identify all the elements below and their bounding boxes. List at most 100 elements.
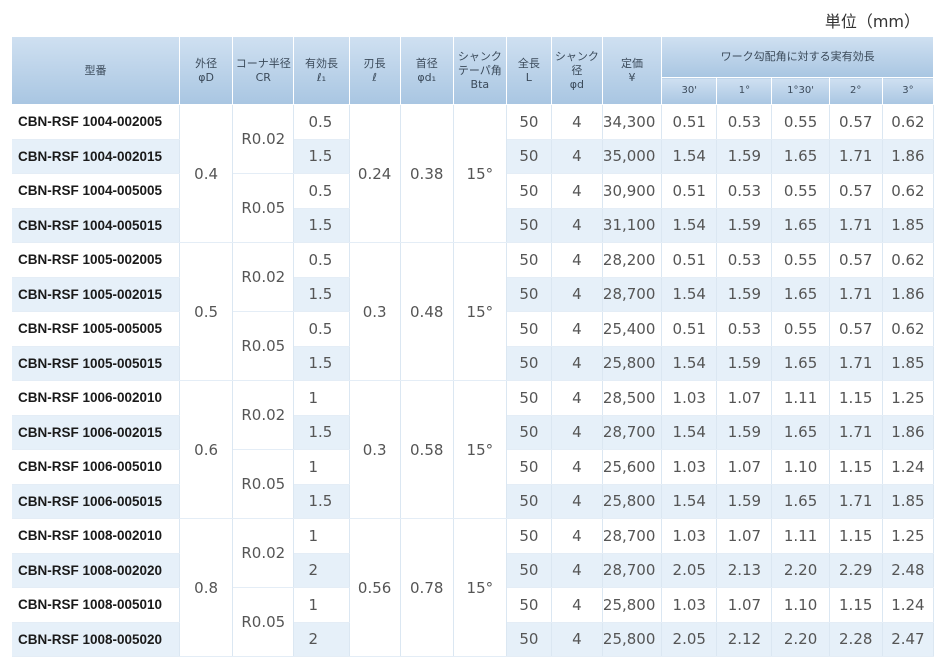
effective-length-at-angle-cell: 1.85 xyxy=(882,484,934,519)
effective-length-at-angle-cell: 1.15 xyxy=(829,587,883,623)
corner-radius-cell: R0.05 xyxy=(232,449,295,519)
effective-length-at-angle-cell: 1.07 xyxy=(716,380,773,416)
total-length-cell: 50 xyxy=(506,415,552,450)
effective-length-at-angle-cell: 1.25 xyxy=(882,518,934,554)
total-length-cell: 50 xyxy=(506,518,552,554)
price-cell: 25,800 xyxy=(602,587,663,623)
shank-diameter-cell: 4 xyxy=(551,587,603,623)
effective-length-at-angle-cell: 1.59 xyxy=(716,346,773,381)
model-cell: CBN-RSF 1005-002005 xyxy=(12,242,181,278)
effective-length-at-angle-cell: 0.51 xyxy=(661,104,718,140)
corner-radius-cell: R0.02 xyxy=(232,104,295,174)
effective-length-at-angle-cell: 1.59 xyxy=(716,139,773,174)
table-row: CBN-RSF 1006-002010 0.6 R0.02 1 0.3 0.58 15° 50… xyxy=(12,380,934,519)
outer-diameter-cell: 0.5 xyxy=(179,242,234,381)
effective-length-at-angle-cell: 1.54 xyxy=(661,277,718,312)
effective-length-cell: 1.5 xyxy=(293,415,350,450)
shank-diameter-cell: 4 xyxy=(551,622,603,657)
effective-length-cell: 1.5 xyxy=(293,484,350,519)
effective-length-at-angle-cell: 1.59 xyxy=(716,415,773,450)
total-length-cell: 50 xyxy=(506,380,552,416)
header-work: ワーク勾配角に対する実有効長 xyxy=(661,37,934,78)
effective-length-at-angle-cell: 0.53 xyxy=(716,242,773,278)
effective-length-at-angle-cell: 1.86 xyxy=(882,277,934,312)
total-length-cell: 50 xyxy=(506,622,552,657)
taper-angle-cell: 15° xyxy=(453,242,507,381)
model-cell: CBN-RSF 1006-005015 xyxy=(12,484,181,519)
effective-length-at-angle-cell: 0.62 xyxy=(882,104,934,140)
effective-length-cell: 2 xyxy=(293,553,350,588)
blade-length-cell: 0.3 xyxy=(349,380,401,519)
effective-length-at-angle-cell: 1.11 xyxy=(771,518,830,554)
effective-length-at-angle-cell: 1.07 xyxy=(716,587,773,623)
effective-length-at-angle-cell: 1.11 xyxy=(771,380,830,416)
corner-radius-cell: R0.05 xyxy=(232,311,295,381)
effective-length-cell: 1.5 xyxy=(293,139,350,174)
corner-radius-cell: R0.05 xyxy=(232,173,295,243)
shank-diameter-cell: 4 xyxy=(551,104,603,140)
effective-length-at-angle-cell: 0.55 xyxy=(771,173,830,209)
effective-length-at-angle-cell: 1.54 xyxy=(661,484,718,519)
price-cell: 28,700 xyxy=(602,518,663,554)
effective-length-cell: 1.5 xyxy=(293,277,350,312)
price-cell: 25,800 xyxy=(602,622,663,657)
effective-length-cell: 1.5 xyxy=(293,208,350,243)
price-cell: 35,000 xyxy=(602,139,663,174)
total-length-cell: 50 xyxy=(506,553,552,588)
total-length-cell: 50 xyxy=(506,208,552,243)
model-cell: CBN-RSF 1005-002015 xyxy=(12,277,181,312)
corner-radius-cell: R0.02 xyxy=(232,518,295,588)
unit-label: 単位（mm） xyxy=(824,12,920,31)
effective-length-at-angle-cell: 1.03 xyxy=(661,518,718,554)
shank-diameter-cell: 4 xyxy=(551,277,603,312)
spec-table: 型番 外径 φD コーナ半径 CR 有効長 ℓ₁ 刃長 ℓ 首径 φd₁ シャンク テーパ角… xyxy=(12,37,934,657)
effective-length-at-angle-cell: 1.86 xyxy=(882,415,934,450)
shank-diameter-cell: 4 xyxy=(551,173,603,209)
header-blade: 刃長 ℓ xyxy=(349,37,401,105)
model-cell: CBN-RSF 1005-005005 xyxy=(12,311,181,347)
header-price: 定価 ¥ xyxy=(602,37,663,105)
effective-length-at-angle-cell: 1.10 xyxy=(771,587,830,623)
shank-diameter-cell: 4 xyxy=(551,449,603,485)
effective-length-at-angle-cell: 0.62 xyxy=(882,173,934,209)
effective-length-at-angle-cell: 1.86 xyxy=(882,139,934,174)
effective-length-at-angle-cell: 1.59 xyxy=(716,484,773,519)
effective-length-at-angle-cell: 2.20 xyxy=(771,622,830,657)
header-angle: 1°30' xyxy=(771,77,830,105)
effective-length-at-angle-cell: 0.62 xyxy=(882,311,934,347)
price-cell: 25,400 xyxy=(602,311,663,347)
effective-length-at-angle-cell: 1.71 xyxy=(829,346,883,381)
price-cell: 28,500 xyxy=(602,380,663,416)
price-cell: 28,700 xyxy=(602,415,663,450)
total-length-cell: 50 xyxy=(506,449,552,485)
effective-length-at-angle-cell: 1.25 xyxy=(882,380,934,416)
taper-angle-cell: 15° xyxy=(453,380,507,519)
shank-diameter-cell: 4 xyxy=(551,242,603,278)
effective-length-at-angle-cell: 2.29 xyxy=(829,553,883,588)
shank-diameter-cell: 4 xyxy=(551,139,603,174)
price-cell: 28,700 xyxy=(602,553,663,588)
total-length-cell: 50 xyxy=(506,277,552,312)
header-model: 型番 xyxy=(12,37,181,105)
effective-length-cell: 0.5 xyxy=(293,104,350,140)
effective-length-cell: 1 xyxy=(293,518,350,554)
corner-radius-cell: R0.02 xyxy=(232,242,295,312)
header-angle: 3° xyxy=(882,77,934,105)
effective-length-at-angle-cell: 2.12 xyxy=(716,622,773,657)
effective-length-cell: 1 xyxy=(293,587,350,623)
effective-length-at-angle-cell: 1.71 xyxy=(829,277,883,312)
shank-diameter-cell: 4 xyxy=(551,553,603,588)
effective-length-at-angle-cell: 0.55 xyxy=(771,104,830,140)
effective-length-at-angle-cell: 1.03 xyxy=(661,380,718,416)
shank-diameter-cell: 4 xyxy=(551,518,603,554)
outer-diameter-cell: 0.4 xyxy=(179,104,234,243)
effective-length-at-angle-cell: 1.65 xyxy=(771,139,830,174)
model-cell: CBN-RSF 1008-002010 xyxy=(12,518,181,554)
effective-length-at-angle-cell: 1.71 xyxy=(829,208,883,243)
effective-length-at-angle-cell: 1.54 xyxy=(661,415,718,450)
blade-length-cell: 0.56 xyxy=(349,518,401,657)
effective-length-at-angle-cell: 0.62 xyxy=(882,242,934,278)
effective-length-at-angle-cell: 1.65 xyxy=(771,277,830,312)
effective-length-at-angle-cell: 1.15 xyxy=(829,449,883,485)
shank-diameter-cell: 4 xyxy=(551,346,603,381)
